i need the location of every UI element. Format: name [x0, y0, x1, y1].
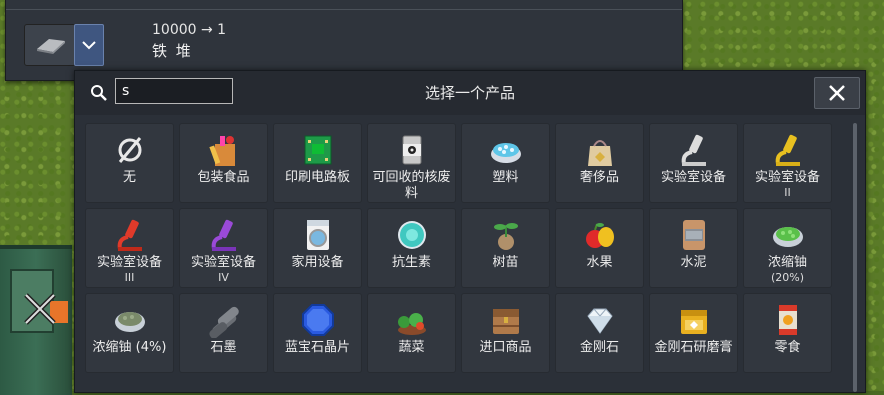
- product-label: 金刚石: [579, 340, 619, 355]
- dialog-title: 选择一个产品: [424, 84, 515, 102]
- product-sublabel: (20%): [770, 271, 805, 284]
- lab-equipment-3-icon: [117, 219, 142, 251]
- product-tile[interactable]: 奢侈品: [555, 123, 644, 203]
- product-tile[interactable]: 浓缩铀 (20%): [743, 208, 832, 288]
- product-label: 蔬菜: [398, 340, 425, 355]
- product-label: 进口商品: [479, 340, 532, 355]
- product-label: 水泥: [680, 255, 707, 270]
- dialog-header: 选择一个产品: [75, 71, 865, 115]
- product-tile[interactable]: 无: [85, 123, 174, 203]
- product-label: 浓缩铀: [767, 255, 807, 270]
- product-tile[interactable]: 石墨: [179, 293, 268, 373]
- product-label: 无: [122, 170, 136, 185]
- product-dropdown-button[interactable]: [74, 24, 104, 66]
- lab-equipment-icon: [681, 134, 706, 166]
- product-label: 实验室设备: [754, 170, 820, 185]
- product-label: 零食: [774, 340, 801, 355]
- conversion-ratio: 10000 → 1: [152, 22, 227, 38]
- product-tile[interactable]: 实验室设备 IV: [179, 208, 268, 288]
- luxury-goods-icon: [587, 140, 612, 166]
- product-tile[interactable]: 零食: [743, 293, 832, 373]
- disabled-x-icon: [24, 293, 56, 325]
- product-tile[interactable]: 浓缩铀 (4%): [85, 293, 174, 373]
- product-label: 水果: [586, 255, 613, 270]
- close-button[interactable]: [814, 77, 860, 109]
- product-label: 包装食品: [197, 170, 250, 185]
- import-chest-icon: [492, 309, 519, 334]
- plastic-icon: [490, 143, 521, 163]
- product-tile[interactable]: 进口商品: [461, 293, 550, 373]
- storage-panel: 10000 → 1 铁 堆: [5, 0, 683, 81]
- product-tile[interactable]: 蓝宝石晶片: [273, 293, 362, 373]
- snacks-icon: [778, 305, 797, 335]
- product-label: 奢侈品: [579, 170, 619, 185]
- product-label: 实验室设备: [96, 255, 162, 270]
- scrollbar-thumb[interactable]: [853, 123, 857, 392]
- circuit-board-icon: [304, 135, 331, 165]
- product-label: 蓝宝石晶片: [284, 340, 350, 355]
- chevron-down-icon: [82, 41, 96, 50]
- fruit-icon: [585, 223, 614, 248]
- graphite-icon: [208, 306, 239, 338]
- product-tile[interactable]: 水果: [555, 208, 644, 288]
- enriched-uranium-4-icon: [114, 312, 145, 332]
- product-tile[interactable]: 水泥: [649, 208, 738, 288]
- enriched-uranium-20-icon: [772, 227, 803, 247]
- product-grid: 无包装食品 印刷电路板 可回收的核废料 塑料 奢侈品 实验室设备 实验室设备 II 实验室设备 I…: [85, 123, 845, 373]
- diamond-icon: [586, 308, 613, 334]
- product-tile[interactable]: 实验室设备 II: [743, 123, 832, 203]
- none-icon: [118, 137, 141, 163]
- selected-product-name: 铁 堆: [152, 42, 193, 60]
- product-label: 可回收的核废料: [372, 170, 451, 201]
- product-label: 塑料: [492, 170, 519, 185]
- product-tile[interactable]: 可回收的核废料: [367, 123, 456, 203]
- product-label: 树苗: [492, 255, 519, 270]
- product-tile[interactable]: 家用设备: [273, 208, 362, 288]
- nuclear-waste-icon: [402, 135, 421, 165]
- product-sublabel: III: [124, 271, 135, 284]
- iron-ingot-icon: [37, 39, 65, 54]
- product-sublabel: II: [784, 186, 791, 199]
- packaged-food-icon: [208, 136, 235, 166]
- lab-equipment-2-icon: [775, 134, 800, 166]
- lab-equipment-4-icon: [211, 219, 236, 251]
- game-building[interactable]: [0, 245, 72, 395]
- product-slot[interactable]: [24, 24, 76, 66]
- product-tile[interactable]: 印刷电路板: [273, 123, 362, 203]
- product-label: 石墨: [210, 340, 237, 355]
- select-product-dialog: 选择一个产品 无包装食品印刷电路板可回收的核废料塑料奢侈品实验室设备实验室设备I…: [74, 70, 866, 393]
- antibiotics-icon: [397, 221, 426, 249]
- product-tile[interactable]: 实验室设备 III: [85, 208, 174, 288]
- product-tile[interactable]: 树苗: [461, 208, 550, 288]
- product-tile[interactable]: 蔬菜: [367, 293, 456, 373]
- product-tile[interactable]: 实验室设备: [649, 123, 738, 203]
- washing-machine-icon: [306, 220, 329, 250]
- product-label: 浓缩铀 (4%): [92, 340, 167, 355]
- cement-bag-icon: [682, 220, 705, 250]
- product-tile[interactable]: 抗生素: [367, 208, 456, 288]
- product-label: 实验室设备: [660, 170, 726, 185]
- sapphire-wafer-icon: [301, 304, 334, 336]
- product-sublabel: IV: [218, 271, 229, 284]
- product-tile[interactable]: 金刚石: [555, 293, 644, 373]
- product-tile[interactable]: 包装食品: [179, 123, 268, 203]
- scrollbar[interactable]: [853, 123, 857, 392]
- product-label: 抗生素: [391, 255, 431, 270]
- close-icon: [829, 85, 845, 101]
- product-tile[interactable]: 塑料: [461, 123, 550, 203]
- diamond-paste-icon: [680, 310, 707, 334]
- sapling-icon: [493, 223, 518, 250]
- product-label: 印刷电路板: [284, 170, 350, 185]
- product-label: 金刚石研磨膏: [654, 340, 733, 355]
- product-tile[interactable]: 金刚石研磨膏: [649, 293, 738, 373]
- product-label: 实验室设备: [190, 255, 256, 270]
- vegetables-icon: [397, 313, 426, 335]
- product-label: 家用设备: [291, 255, 344, 270]
- panel-divider: [6, 9, 682, 10]
